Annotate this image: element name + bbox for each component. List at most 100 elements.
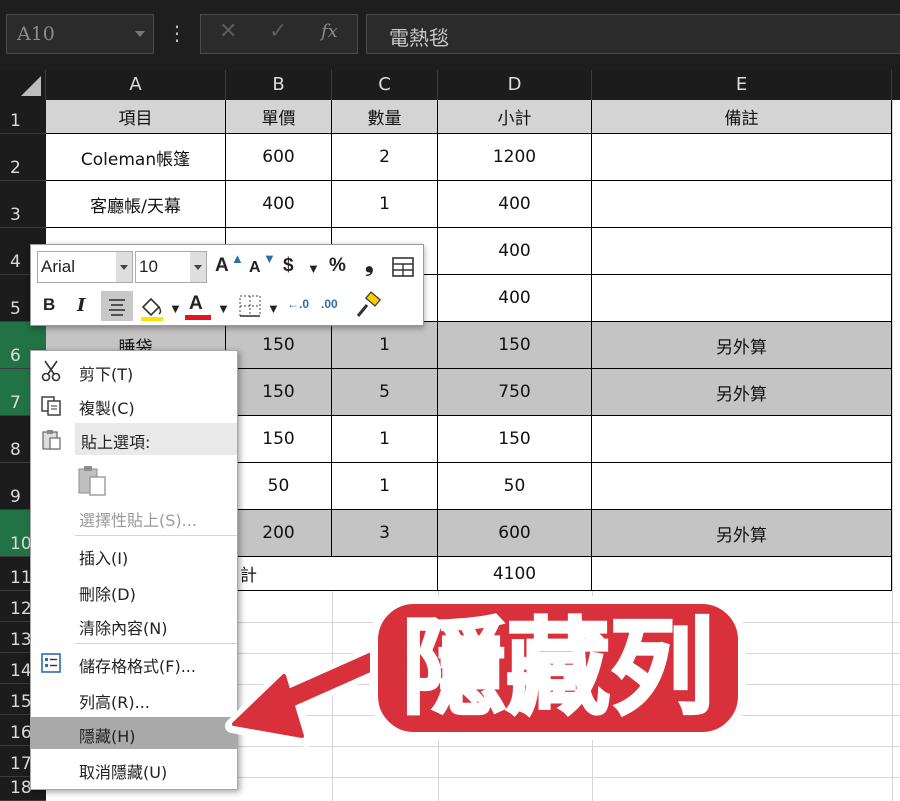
align-center-button[interactable]	[101, 291, 133, 321]
cell-d1[interactable]: 小計	[438, 100, 592, 134]
cell-total-label[interactable]: 計	[226, 557, 438, 591]
menu-item-format-cells[interactable]: 儲存格格式(F)...	[31, 647, 237, 679]
chevron-down-icon[interactable]: ▼	[307, 261, 320, 276]
menu-item-delete[interactable]: 刪除(D)	[31, 575, 237, 607]
cell-b9[interactable]: 50	[226, 463, 332, 510]
font-name-select[interactable]: Arial	[37, 251, 133, 283]
cell-e1[interactable]: 備註	[592, 100, 892, 134]
shrink-font-icon[interactable]: A	[249, 259, 261, 277]
gridline	[892, 100, 893, 801]
cell-a2[interactable]: Coleman帳篷	[46, 134, 226, 181]
cell-e10[interactable]: 另外算	[592, 510, 892, 557]
cell-e8[interactable]	[592, 416, 892, 463]
cell-e4[interactable]	[592, 228, 892, 275]
chevron-down-icon[interactable]: ▼	[217, 301, 230, 316]
cell-e5[interactable]	[592, 275, 892, 322]
menu-item-label: 選擇性貼上(S)...	[79, 511, 197, 530]
decrease-decimal-icon[interactable]: .00	[321, 297, 338, 311]
cell-c10[interactable]: 3	[332, 510, 438, 557]
column-header-d[interactable]: D	[438, 70, 592, 100]
formula-input[interactable]: 電熱毯	[366, 14, 900, 54]
cell-b3[interactable]: 400	[226, 181, 332, 228]
column-header-b[interactable]: B	[226, 70, 332, 100]
cell-b1[interactable]: 單價	[226, 100, 332, 134]
cell-e11[interactable]	[592, 557, 892, 591]
cell-d4[interactable]: 400	[438, 228, 592, 275]
row-header-1[interactable]: 1	[0, 100, 46, 134]
chevron-down-icon[interactable]	[116, 252, 132, 282]
font-size-select[interactable]: 10	[135, 251, 207, 283]
menu-item-hide[interactable]: 隱藏(H)	[31, 717, 237, 749]
menu-item-clear-contents[interactable]: 清除內容(N)	[31, 609, 237, 641]
paste-option-button[interactable]	[31, 459, 237, 501]
cell-b10[interactable]: 200	[226, 510, 332, 557]
cell-d2[interactable]: 1200	[438, 134, 592, 181]
chevron-down-icon[interactable]: ▼	[267, 301, 280, 316]
cell-c3[interactable]: 1	[332, 181, 438, 228]
column-header-e[interactable]: E	[592, 70, 892, 100]
cell-d8[interactable]: 150	[438, 416, 592, 463]
menu-item-unhide[interactable]: 取消隱藏(U)	[31, 753, 237, 785]
name-box[interactable]: A10	[6, 14, 154, 54]
cell-c7[interactable]: 5	[332, 369, 438, 416]
cell-e6[interactable]: 另外算	[592, 322, 892, 369]
menu-item-paste-special[interactable]: 選擇性貼上(S)...	[31, 501, 237, 533]
chevron-down-icon[interactable]: ▼	[169, 301, 182, 316]
callout-arrow-icon	[225, 643, 390, 747]
cell-d5[interactable]: 400	[438, 275, 592, 322]
cell-c6[interactable]: 1	[332, 322, 438, 369]
bold-button[interactable]: B	[43, 295, 55, 315]
chevron-down-icon[interactable]	[135, 31, 145, 37]
cell-d3[interactable]: 400	[438, 181, 592, 228]
insert-function-icon[interactable]: fx	[321, 21, 338, 42]
format-painter-icon[interactable]	[353, 291, 383, 321]
italic-button[interactable]: I	[77, 295, 85, 316]
select-all-corner[interactable]	[0, 70, 46, 100]
cell-d9[interactable]: 50	[438, 463, 592, 510]
cell-d10[interactable]: 600	[438, 510, 592, 557]
format-table-icon[interactable]	[391, 255, 415, 279]
grow-font-icon[interactable]: A	[215, 255, 229, 277]
increase-decimal-icon[interactable]: ←.0	[287, 297, 309, 311]
currency-icon[interactable]: $	[283, 255, 294, 277]
fill-color-icon[interactable]	[137, 291, 167, 323]
borders-icon[interactable]	[237, 293, 263, 319]
cell-b8[interactable]: 150	[226, 416, 332, 463]
column-header-a[interactable]: A	[46, 70, 226, 100]
cell-c2[interactable]: 2	[332, 134, 438, 181]
percent-icon[interactable]: %	[329, 255, 346, 277]
menu-item-cut[interactable]: 剪下(T)	[31, 355, 237, 387]
more-options-icon[interactable]: ⋮	[166, 14, 188, 54]
mini-toolbar: Arial 10 A ▲ A ▼ $ ▼ % ❟ B I ▼ A ▼ ▼ ←.0…	[30, 244, 424, 326]
column-header-c[interactable]: C	[332, 70, 438, 100]
cell-d11[interactable]: 4100	[438, 557, 592, 591]
cancel-icon[interactable]: ✕	[219, 19, 237, 44]
cell-c8[interactable]: 1	[332, 416, 438, 463]
menu-item-copy[interactable]: 複製(C)	[31, 389, 237, 421]
chevron-down-icon[interactable]	[190, 252, 206, 282]
cell-b2[interactable]: 600	[226, 134, 332, 181]
row-header-2[interactable]: 2	[0, 134, 46, 181]
cell-d6[interactable]: 150	[438, 322, 592, 369]
menu-item-label: 插入(I)	[79, 549, 129, 568]
row-header-3[interactable]: 3	[0, 181, 46, 228]
font-size-value: 10	[139, 257, 158, 276]
cell-c1[interactable]: 數量	[332, 100, 438, 134]
cell-d7[interactable]: 750	[438, 369, 592, 416]
enter-icon[interactable]: ✓	[269, 19, 287, 44]
comma-style-icon[interactable]: ❟	[365, 251, 374, 277]
cell-a3[interactable]: 客廳帳/天幕	[46, 181, 226, 228]
cell-e2[interactable]	[592, 134, 892, 181]
context-menu: 剪下(T) 複製(C) 貼上選項: 選擇性貼上(S)... 插入(I) 刪除(D…	[30, 350, 238, 790]
cell-b6[interactable]: 150	[226, 322, 332, 369]
cell-e9[interactable]	[592, 463, 892, 510]
column-header-f[interactable]	[892, 70, 900, 100]
cell-e7[interactable]: 另外算	[592, 369, 892, 416]
cell-a1[interactable]: 項目	[46, 100, 226, 134]
menu-item-insert[interactable]: 插入(I)	[31, 539, 237, 571]
cell-c9[interactable]: 1	[332, 463, 438, 510]
font-color-icon[interactable]: A	[189, 293, 203, 315]
menu-item-row-height[interactable]: 列高(R)...	[31, 683, 237, 715]
cell-b7[interactable]: 150	[226, 369, 332, 416]
cell-e3[interactable]	[592, 181, 892, 228]
